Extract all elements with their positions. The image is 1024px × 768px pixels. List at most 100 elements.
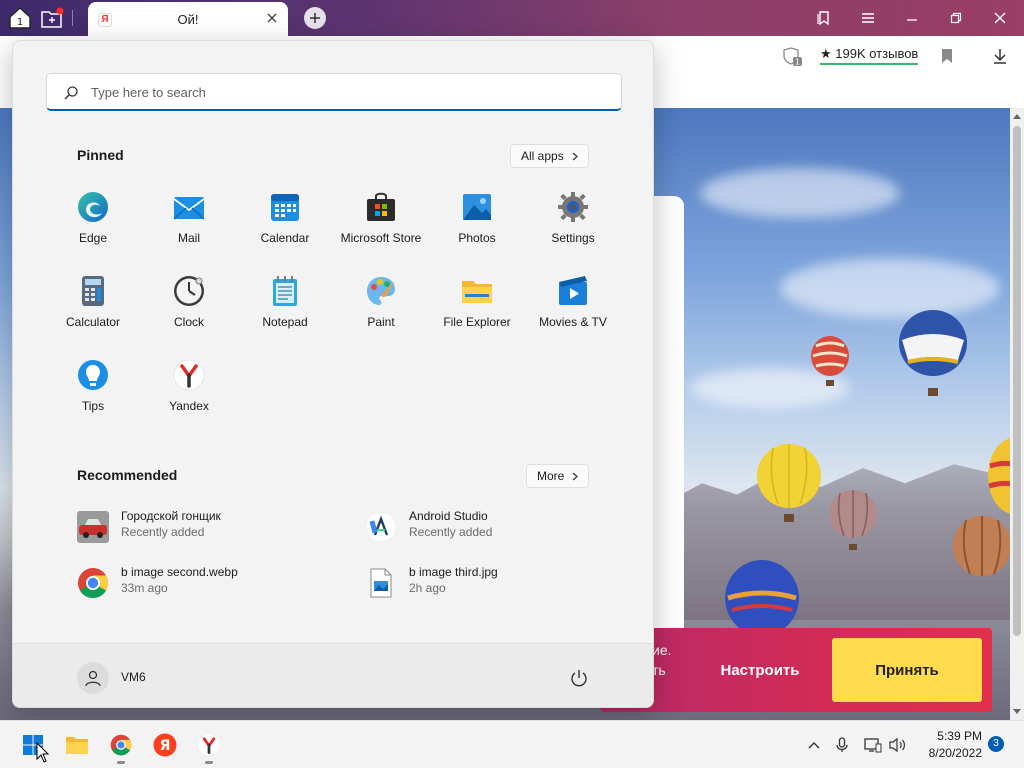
notepad-icon [273,276,297,306]
app-label: Microsoft Store [340,231,422,245]
app-label: Settings [551,231,595,245]
pinned-app-edge[interactable]: Edge [45,191,141,261]
recommended-item[interactable]: Android Studio Recently added [365,507,605,547]
home-badge: 1 [17,17,23,28]
scroll-down-arrow-icon[interactable] [1012,708,1022,716]
pinned-app-microsoft-store[interactable]: Microsoft Store [333,191,429,261]
image-file-icon [370,568,392,598]
recommended-title: b image second.webp [121,565,238,579]
recommended-item[interactable]: b image second.webp 33m ago [77,563,337,603]
taskbar-yandex[interactable] [197,733,221,757]
shield-badge: 1 [795,58,800,67]
hamburger-icon [862,13,874,23]
taskbar-file-explorer[interactable] [65,733,89,757]
show-hidden-icons-button[interactable] [805,736,823,754]
minimize-icon [907,19,917,21]
bookmark-button[interactable] [940,48,954,67]
pinned-app-photos[interactable]: Photos [429,191,525,261]
yandex-icon [173,359,205,391]
recommended-subtitle: 33m ago [121,581,168,595]
pinned-app-calculator[interactable]: Calculator [45,275,141,345]
close-window-button[interactable] [986,4,1014,32]
recommended-item[interactable]: Городской гонщик Recently added [77,507,337,547]
yandex-icon [198,734,220,756]
all-apps-label: All apps [521,149,564,163]
pinned-app-paint[interactable]: Paint [333,275,429,345]
pinned-app-notepad[interactable]: Notepad [237,275,333,345]
taskbar-yandex-browser[interactable]: Я [153,733,177,757]
accept-button[interactable]: Принять [832,638,982,702]
microphone-icon [836,737,848,752]
taskbar-chrome[interactable] [109,733,133,757]
pinned-app-mail[interactable]: Mail [141,191,237,261]
user-icon [85,670,101,687]
pinned-app-clock[interactable]: Clock [141,275,237,345]
balloon-striped [953,516,1011,576]
close-icon [994,12,1006,24]
pinned-app-movies-tv[interactable]: Movies & TV [525,275,621,345]
new-tab-button[interactable] [304,7,326,29]
clock-date[interactable]: 8/20/2022 [912,746,982,760]
taskbar: Я 5:39 PM 8/20/2022 3 [0,720,1024,768]
downloads-button[interactable] [992,48,1008,67]
chrome-icon [78,568,109,599]
scrollbar-thumb[interactable] [1013,126,1021,636]
user-account-button[interactable] [77,662,109,694]
restore-icon [950,12,962,24]
reviews-link[interactable]: ★ 199K отзывов [820,46,919,65]
pinned-app-calendar[interactable]: Calendar [237,191,333,261]
protect-button[interactable]: 1 [782,46,804,68]
svg-text:Я: Я [160,738,171,754]
home-button[interactable]: 1 [6,4,34,32]
app-label: Clock [173,315,204,329]
cloud [780,258,1000,318]
yandex-browser-icon: Я [153,733,177,757]
pinned-app-yandex[interactable]: Yandex [141,359,237,429]
plus-icon [310,13,320,23]
app-label: Mail [177,231,200,245]
pinned-app-tips[interactable]: Tips [45,359,141,429]
app-label: Notepad [262,315,308,329]
menu-button[interactable] [854,4,882,32]
network-button[interactable] [864,736,882,754]
power-button[interactable] [569,668,589,688]
recommended-title: Городской гонщик [121,509,221,523]
microphone-button[interactable] [833,736,851,754]
pinned-app-settings[interactable]: Settings [525,191,621,261]
tab-close-button[interactable] [264,10,280,26]
tabs-button[interactable] [38,4,66,32]
store-icon [367,192,395,221]
app-label: Photos [458,231,496,245]
power-icon [571,670,587,687]
chevron-right-icon [572,472,579,480]
running-indicator [205,761,213,764]
start-menu: Type here to search Pinned All apps Edge… [12,40,654,708]
balloon-edge [988,438,1012,514]
android-studio-icon [367,513,395,541]
collections-button[interactable] [810,4,838,32]
pinned-app-file-explorer[interactable]: File Explorer [429,275,525,345]
more-button[interactable]: More [526,464,590,488]
chevron-up-icon [808,742,820,749]
search-input[interactable]: Type here to search [46,73,622,111]
speaker-icon [889,737,905,753]
folder-icon [66,737,88,754]
recommended-item[interactable]: b image third.jpg 2h ago [365,563,605,603]
movies-icon [559,276,587,305]
scroll-up-arrow-icon[interactable] [1012,112,1022,120]
browser-tab[interactable]: Я Ой! [88,2,288,36]
volume-button[interactable] [889,736,907,754]
minimize-button[interactable] [898,4,926,32]
notification-badge[interactable]: 3 [988,736,1004,752]
game-car-icon [77,511,109,543]
restore-button[interactable] [942,4,970,32]
all-apps-button[interactable]: All apps [510,144,589,168]
balloon-pink-grey [829,490,877,550]
clock-time[interactable]: 5:39 PM [922,729,982,743]
configure-button[interactable]: Настроить [700,650,820,690]
close-icon [267,13,277,23]
search-placeholder: Type here to search [91,85,206,100]
recommended-heading: Recommended [77,467,178,483]
user-name: VM6 [121,670,146,684]
mail-icon [173,197,205,220]
